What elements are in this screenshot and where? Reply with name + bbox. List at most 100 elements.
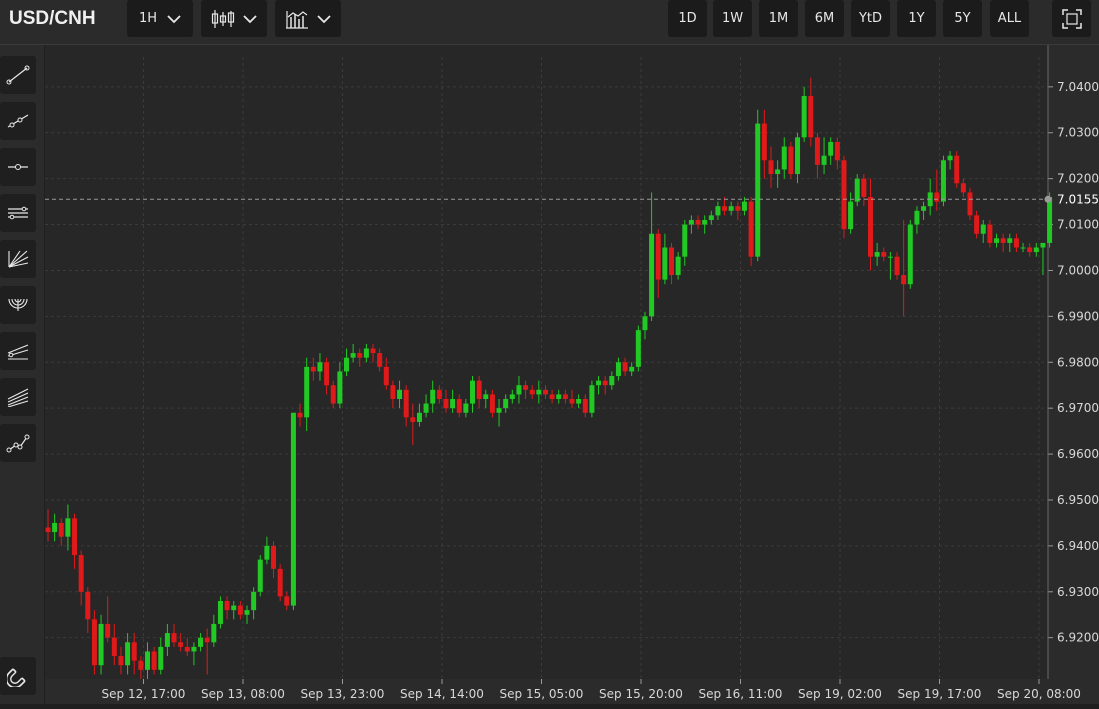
chevron-down-icon (317, 14, 331, 23)
candle-body (416, 412, 422, 422)
candle-body (217, 600, 223, 624)
candlestick-chart[interactable]: 7.0400 7.0300 7.0200 7.0100 7.0000 6.9900 6.98… (45, 45, 1099, 704)
horizontal-line-tool[interactable] (0, 148, 36, 186)
candle-body (403, 389, 409, 418)
candle-body (615, 362, 621, 377)
ray-line-icon (7, 114, 29, 128)
candle-body (1027, 247, 1033, 253)
y-tick-label: 7.0300 (1057, 126, 1099, 140)
candle-body (456, 398, 462, 413)
interval-label: 1H (138, 11, 158, 26)
candle-body (65, 518, 71, 537)
x-tick-label: Sep 19, 17:00 (898, 687, 982, 701)
candle-body (649, 233, 655, 317)
symbol-title: USD/CNH (9, 8, 96, 29)
candle-body (111, 637, 117, 657)
candle-body (410, 417, 416, 422)
candle-body (622, 362, 628, 372)
x-tick-label: Sep 15, 20:00 (599, 687, 683, 701)
toolbar: USD/CNH 1H 1D 1W 1M 6M YtD 1Y 5Y ALL (0, 0, 1099, 45)
arc-tool[interactable] (0, 286, 36, 324)
y-tick-label: 7.0000 (1057, 263, 1099, 277)
candle-body (85, 591, 91, 620)
candle-body (377, 353, 383, 367)
chevron-down-icon (243, 14, 257, 23)
y-tick-label: 6.9800 (1057, 355, 1099, 369)
y-tick-label: 6.9900 (1057, 309, 1099, 323)
y-tick-label: 6.9600 (1057, 447, 1099, 461)
candle-body (682, 224, 688, 257)
candle-body (662, 247, 668, 280)
candle-body (463, 403, 469, 413)
candle-body (695, 219, 701, 225)
range-button-1d[interactable]: 1D (668, 0, 707, 37)
candle-body (1000, 238, 1006, 243)
candle-body (184, 646, 190, 652)
x-tick-label: Sep 19, 02:00 (798, 687, 882, 701)
candle-body (151, 651, 157, 670)
candle-body (178, 642, 184, 647)
candle-body (542, 389, 548, 395)
range-button-6m[interactable]: 6M (805, 0, 844, 37)
candle-body (357, 353, 363, 358)
fullscreen-button[interactable] (1052, 0, 1091, 37)
y-tick-label: 7.0400 (1057, 80, 1099, 94)
candle-body (91, 619, 97, 666)
range-button-1y[interactable]: 1Y (897, 0, 936, 37)
candle-body (814, 137, 820, 165)
range-button-1m[interactable]: 1M (759, 0, 798, 37)
magnet-tool[interactable] (0, 657, 36, 695)
candle-body (735, 206, 741, 211)
parallel-channel-tool[interactable] (0, 194, 36, 232)
pitchfork-tool[interactable] (0, 378, 36, 416)
candle-body (52, 522, 58, 533)
range-button-5y[interactable]: 5Y (943, 0, 982, 37)
regression-channel-tool[interactable] (0, 332, 36, 370)
x-tick-label: Sep 16, 11:00 (699, 687, 783, 701)
price-chart[interactable]: 7.0400 7.0300 7.0200 7.0100 7.0000 6.9900 6.98… (45, 45, 1099, 704)
candle-body (914, 210, 920, 225)
candle-body (337, 371, 343, 404)
candle-body (887, 256, 893, 258)
candle-body (370, 348, 376, 354)
last-price-label: 7.0155 (1057, 192, 1099, 206)
candle-body (675, 256, 681, 276)
candle-body (198, 637, 204, 647)
candle-body (576, 398, 582, 404)
candle-body (702, 219, 708, 225)
drawing-tools-sidebar (0, 45, 44, 704)
chevron-down-icon (167, 14, 181, 23)
candle-body (105, 623, 111, 638)
candle-body (821, 155, 827, 165)
candle-body (994, 238, 1000, 243)
candle-body (967, 192, 973, 216)
candle-body (894, 256, 900, 276)
y-tick-label: 6.9500 (1057, 493, 1099, 507)
polyline-tool[interactable] (0, 424, 36, 462)
candle-body (722, 206, 728, 211)
y-tick-label: 6.9200 (1057, 631, 1099, 645)
candle-body (841, 160, 847, 230)
range-button-ytd[interactable]: YtD (851, 0, 890, 37)
candle-body (118, 656, 124, 666)
candle-body (635, 330, 641, 367)
fan-tool[interactable] (0, 240, 36, 278)
candle-body (98, 623, 104, 666)
range-button-all[interactable]: ALL (990, 0, 1029, 37)
x-tick-label: Sep 14, 14:00 (400, 687, 484, 701)
candle-body (483, 394, 489, 399)
range-button-1w[interactable]: 1W (713, 0, 752, 37)
candle-body (609, 376, 615, 386)
fan-icon (8, 250, 29, 268)
ray-line-tool[interactable] (0, 102, 36, 140)
interval-dropdown[interactable]: 1H (127, 0, 193, 37)
chart-type-dropdown[interactable] (201, 0, 267, 37)
indicators-dropdown[interactable] (275, 0, 341, 37)
candle-body (536, 389, 542, 395)
trend-line-tool[interactable] (0, 56, 36, 94)
magnet-icon (7, 668, 26, 687)
arc-icon (8, 298, 28, 311)
candle-body (549, 394, 555, 399)
candle-body (755, 123, 761, 257)
candle-body (861, 178, 867, 198)
